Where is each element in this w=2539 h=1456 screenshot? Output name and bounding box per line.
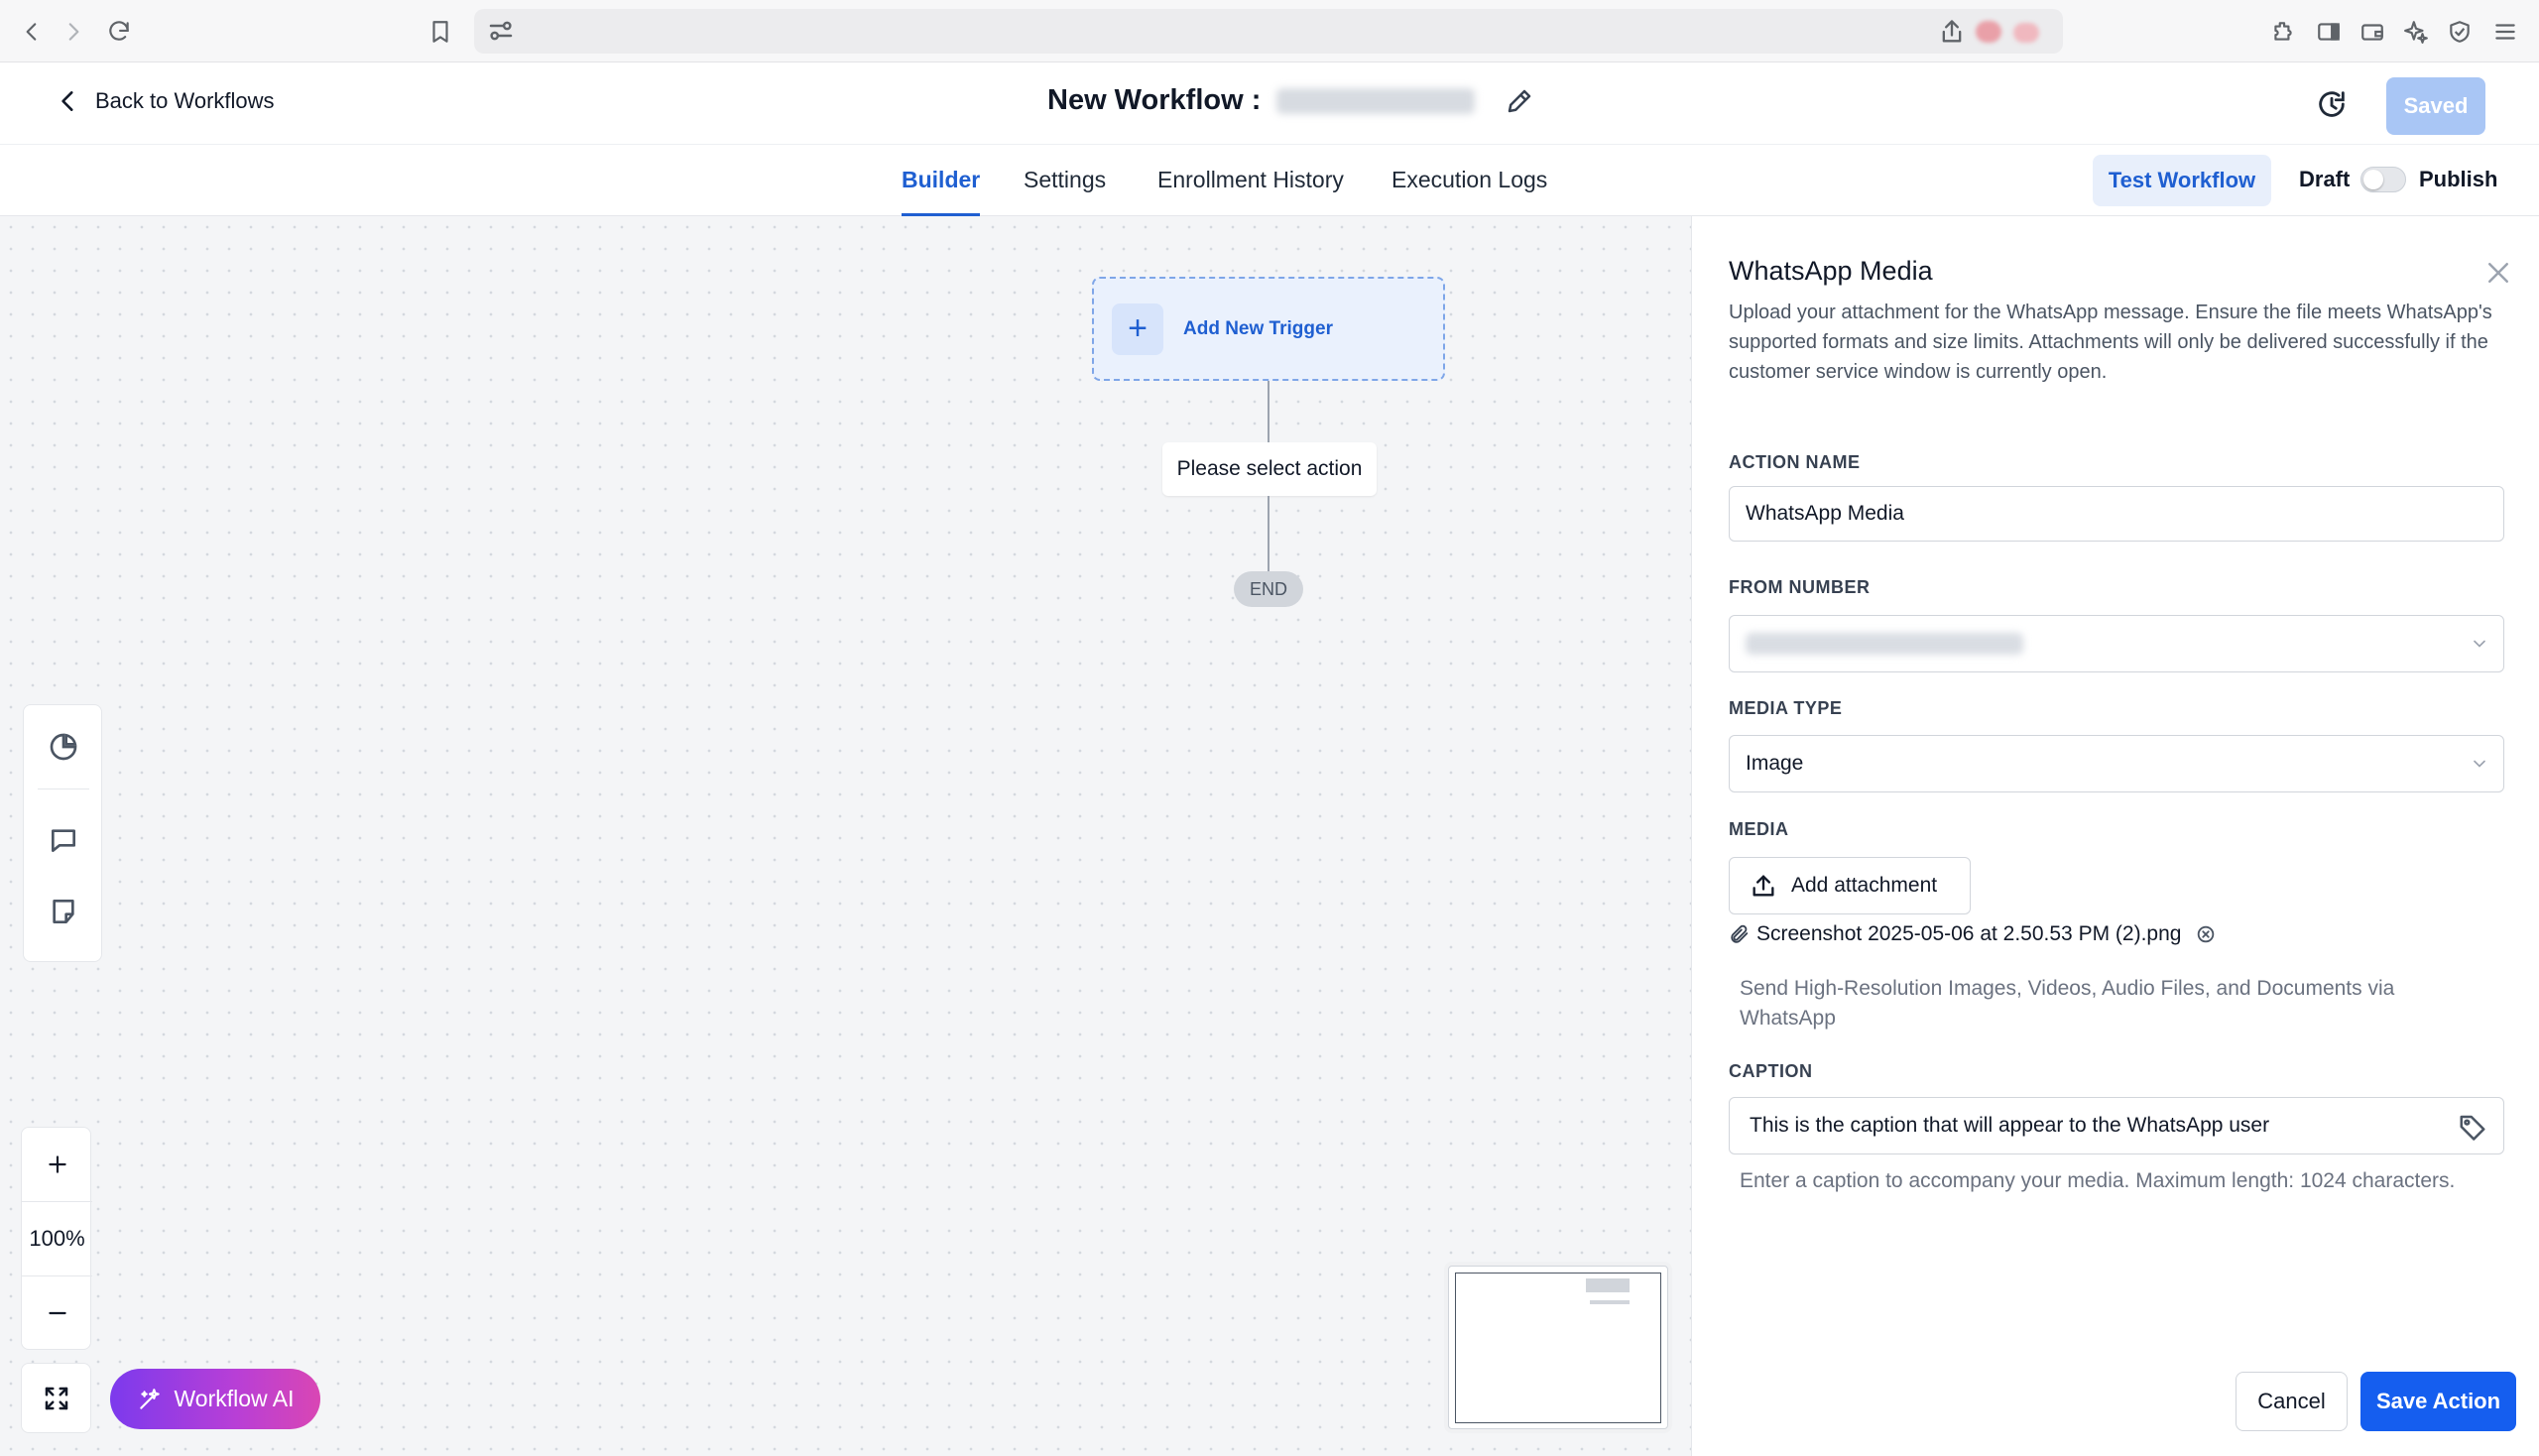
from-number-label: FROM NUMBER <box>1729 577 1871 597</box>
connector-line <box>1268 381 1270 442</box>
paperclip-icon <box>1731 924 1749 943</box>
media-help-line: WhatsApp <box>1740 1007 1836 1030</box>
cancel-button[interactable]: Cancel <box>2236 1372 2348 1431</box>
chevron-down-icon <box>2474 760 2485 768</box>
add-attachment-label: Add attachment <box>1791 874 1938 897</box>
canvas-minimap[interactable] <box>1448 1266 1668 1429</box>
plus-icon <box>48 1155 66 1173</box>
share-icon[interactable] <box>1938 18 1966 46</box>
tab-execution-logs[interactable]: Execution Logs <box>1391 167 1547 213</box>
expand-icon <box>45 1387 67 1409</box>
add-new-trigger-button[interactable]: + Add New Trigger <box>1092 277 1445 381</box>
back-to-workflows-link[interactable]: Back to Workflows <box>56 88 275 114</box>
wallet-icon[interactable] <box>2357 16 2388 48</box>
site-settings-icon[interactable] <box>486 16 516 46</box>
action-name-value: WhatsApp Media <box>1746 502 1904 525</box>
magic-wand-icon <box>139 1388 160 1409</box>
version-history-icon[interactable] <box>2315 87 2349 121</box>
upload-icon <box>1753 875 1774 897</box>
zoom-level: 100% <box>22 1201 92 1276</box>
workflow-canvas[interactable]: + Add New Trigger Please select action E… <box>0 216 1691 1456</box>
from-number-select[interactable] <box>1729 615 2504 672</box>
panel-description: Upload your attachment for the WhatsApp … <box>1729 302 2492 383</box>
bookmark-icon[interactable] <box>424 16 456 48</box>
from-number-redacted <box>1746 633 2023 655</box>
media-type-select[interactable]: Image <box>1729 735 2504 792</box>
comment-icon[interactable] <box>48 824 79 856</box>
zoom-out-button[interactable] <box>22 1276 92 1350</box>
pencil-icon[interactable] <box>1505 86 1534 116</box>
test-workflow-button[interactable]: Test Workflow <box>2093 155 2271 206</box>
workflow-title-prefix: New Workflow : <box>1047 84 1262 116</box>
save-action-button[interactable]: Save Action <box>2360 1372 2516 1431</box>
action-name-input[interactable]: WhatsApp Media <box>1729 486 2504 542</box>
minus-icon <box>48 1311 66 1315</box>
browser-reload-icon[interactable] <box>103 16 135 48</box>
panel-title: WhatsApp Media <box>1729 256 1933 286</box>
action-name-label: ACTION NAME <box>1729 452 1861 472</box>
draft-label: Draft <box>2299 167 2351 191</box>
browser-back-icon[interactable] <box>16 16 48 48</box>
zoom-controls: 100% <box>21 1127 92 1350</box>
media-help-line: Send High-Resolution Images, Videos, Aud… <box>1740 977 2395 1000</box>
extension-badge-icon[interactable] <box>2013 23 2039 43</box>
minimap-node <box>1586 1278 1630 1292</box>
tab-enrollment-history[interactable]: Enrollment History <box>1157 167 1344 213</box>
canvas-side-toolbar <box>23 704 102 962</box>
sidebar-toggle-icon[interactable] <box>2313 16 2345 48</box>
caption-input[interactable]: This is the caption that will appear to … <box>1729 1097 2504 1154</box>
attached-file-name: Screenshot 2025-05-06 at 2.50.53 PM (2).… <box>1756 922 2182 945</box>
zoom-in-button[interactable] <box>22 1128 92 1201</box>
close-icon[interactable] <box>2483 258 2513 288</box>
sparkle-icon[interactable] <box>2400 16 2432 48</box>
back-link-label: Back to Workflows <box>95 88 275 113</box>
pie-chart-icon[interactable] <box>48 731 79 763</box>
end-node: END <box>1234 571 1303 607</box>
extension-badge-icon[interactable] <box>1976 21 2001 43</box>
workflow-tabs: Builder Settings Enrollment History Exec… <box>0 145 2539 216</box>
saved-button[interactable]: Saved <box>2386 77 2485 135</box>
remove-file-icon[interactable] <box>2195 923 2217 945</box>
address-bar[interactable] <box>474 9 2063 54</box>
action-config-panel: WhatsApp Media Upload your attachment fo… <box>1691 216 2539 1456</box>
menu-icon[interactable] <box>2489 16 2521 48</box>
tag-icon[interactable] <box>2458 1112 2487 1142</box>
chevron-left-icon <box>61 91 73 111</box>
browser-toolbar <box>0 0 2539 62</box>
minimap-viewport[interactable] <box>1455 1273 1661 1423</box>
trigger-label: Add New Trigger <box>1183 317 1333 339</box>
fit-view-button[interactable] <box>21 1363 91 1433</box>
connector-line <box>1268 496 1270 571</box>
media-label: MEDIA <box>1729 819 1789 839</box>
workflow-id-redacted <box>1276 87 1476 114</box>
toggle-knob <box>2363 170 2383 189</box>
caption-value: This is the caption that will appear to … <box>1750 1114 2270 1137</box>
publish-label: Publish <box>2419 167 2498 191</box>
chevron-down-icon <box>2474 640 2485 648</box>
publish-toggle[interactable] <box>2360 167 2406 192</box>
workflow-ai-label: Workflow AI <box>174 1386 295 1411</box>
workflow-title: New Workflow : <box>1047 84 1534 117</box>
select-action-node[interactable]: Please select action <box>1162 442 1377 496</box>
caption-label: CAPTION <box>1729 1061 1813 1081</box>
caption-help-text: Enter a caption to accompany your media.… <box>1740 1169 2456 1192</box>
attached-file: Screenshot 2025-05-06 at 2.50.53 PM (2).… <box>1729 922 2217 946</box>
tab-settings[interactable]: Settings <box>1024 167 1106 213</box>
media-help-text: Send High-Resolution Images, Videos, Aud… <box>1740 974 2394 1033</box>
shield-icon[interactable] <box>2444 16 2476 48</box>
plus-icon: + <box>1112 303 1163 355</box>
app-header: Back to Workflows New Workflow : Saved <box>0 62 2539 145</box>
workflow-ai-button[interactable]: Workflow AI <box>110 1369 320 1429</box>
extensions-icon[interactable] <box>2267 16 2299 48</box>
minimap-node <box>1590 1300 1630 1304</box>
sticky-note-icon[interactable] <box>48 896 79 927</box>
media-type-value: Image <box>1746 752 1804 775</box>
browser-forward-icon[interactable] <box>58 16 89 48</box>
media-type-label: MEDIA TYPE <box>1729 698 1843 718</box>
tab-builder[interactable]: Builder <box>902 167 981 216</box>
add-attachment-button[interactable]: Add attachment <box>1729 857 1971 914</box>
